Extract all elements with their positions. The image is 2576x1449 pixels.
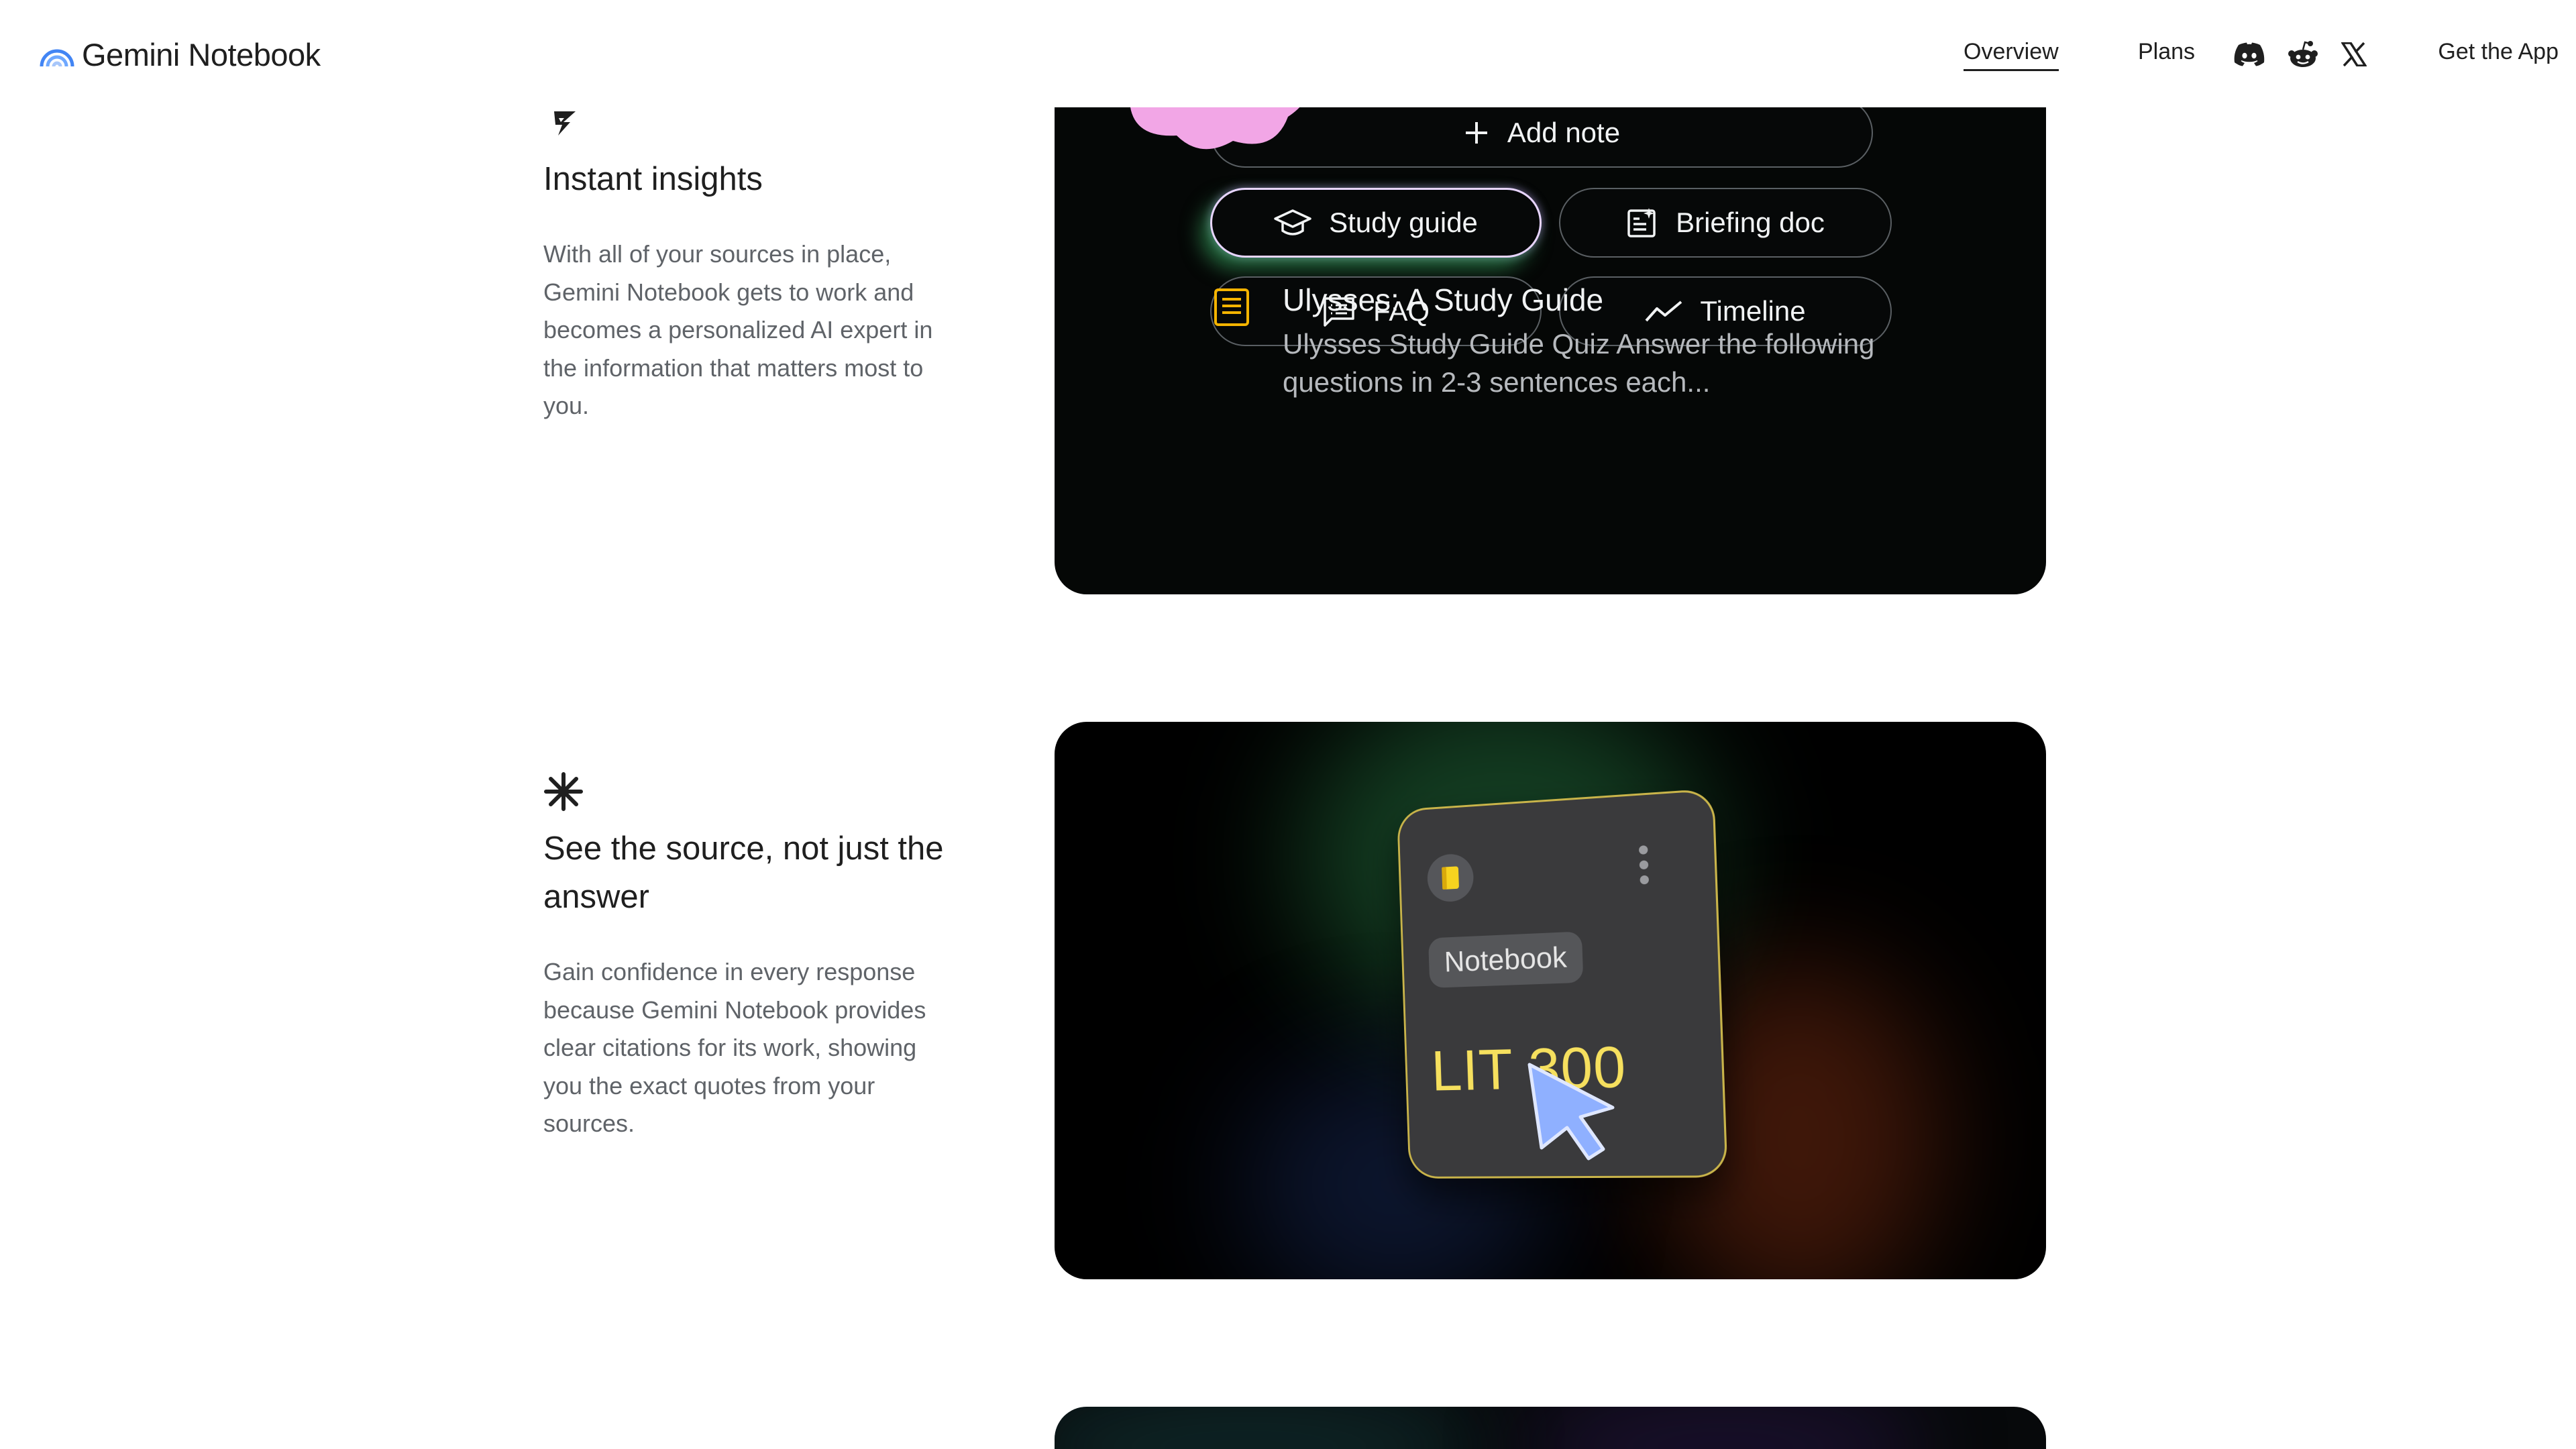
- add-note-label: Add note: [1507, 117, 1621, 148]
- feature-instant-insights: Instant insights With all of your source…: [543, 102, 953, 425]
- study-guide-result-snippet: Ulysses Study Guide Quiz Answer the foll…: [1283, 328, 1875, 398]
- bolt-spark-icon: [554, 111, 576, 136]
- feature-body: With all of your sources in place, Gemin…: [543, 240, 933, 419]
- get-the-app-button[interactable]: Get the App: [2438, 39, 2559, 65]
- briefing-doc-button[interactable]: Briefing doc: [1559, 188, 1892, 258]
- study-guide-button[interactable]: Study guide: [1210, 188, 1542, 258]
- discord-icon[interactable]: [2233, 38, 2266, 71]
- feature-title: See the source, not just the answer: [543, 830, 944, 915]
- source-demo-card: Notebook LIT 300: [1055, 722, 2046, 1279]
- notebook-emoji-icon: [1426, 853, 1474, 903]
- feature-title: Instant insights: [543, 161, 763, 197]
- gemini-notebook-logo-icon: [40, 49, 74, 67]
- teal-glow: [1055, 1407, 1484, 1449]
- cursor-pointer-icon: [1527, 1063, 1615, 1161]
- brand[interactable]: Gemini Notebook: [39, 32, 321, 76]
- violet-glow: [1524, 1407, 1927, 1449]
- study-guide-doc-icon: [1214, 288, 1249, 326]
- graduation-cap-icon: [1274, 209, 1311, 235]
- notebook-chip: Notebook: [1428, 931, 1584, 988]
- brand-name: Gemini Notebook: [82, 36, 321, 72]
- plus-icon: [1465, 122, 1487, 144]
- x-icon[interactable]: [2337, 38, 2371, 71]
- next-demo-card: [1055, 1407, 2046, 1449]
- site-header: Gemini Notebook Overview Plans Get the A…: [0, 0, 2576, 107]
- more-vert-icon[interactable]: [1638, 845, 1650, 891]
- feature-see-the-source: See the source, not just the answer Gain…: [543, 771, 953, 1143]
- timeline-label: Timeline: [1700, 295, 1806, 327]
- nav-plans-link[interactable]: Plans: [2138, 39, 2195, 65]
- study-guide-result-title[interactable]: Ulysses: A Study Guide: [1283, 282, 1603, 318]
- briefing-doc-icon: [1627, 208, 1656, 237]
- nav-overview-link[interactable]: Overview: [1964, 39, 2059, 71]
- briefing-doc-label: Briefing doc: [1676, 207, 1825, 238]
- study-guide-label: Study guide: [1329, 207, 1478, 238]
- feature-body: Gain confidence in every response becaus…: [543, 958, 926, 1137]
- timeline-trend-icon: [1645, 301, 1682, 322]
- asterisk-icon: [544, 772, 583, 811]
- reddit-icon[interactable]: [2286, 38, 2320, 71]
